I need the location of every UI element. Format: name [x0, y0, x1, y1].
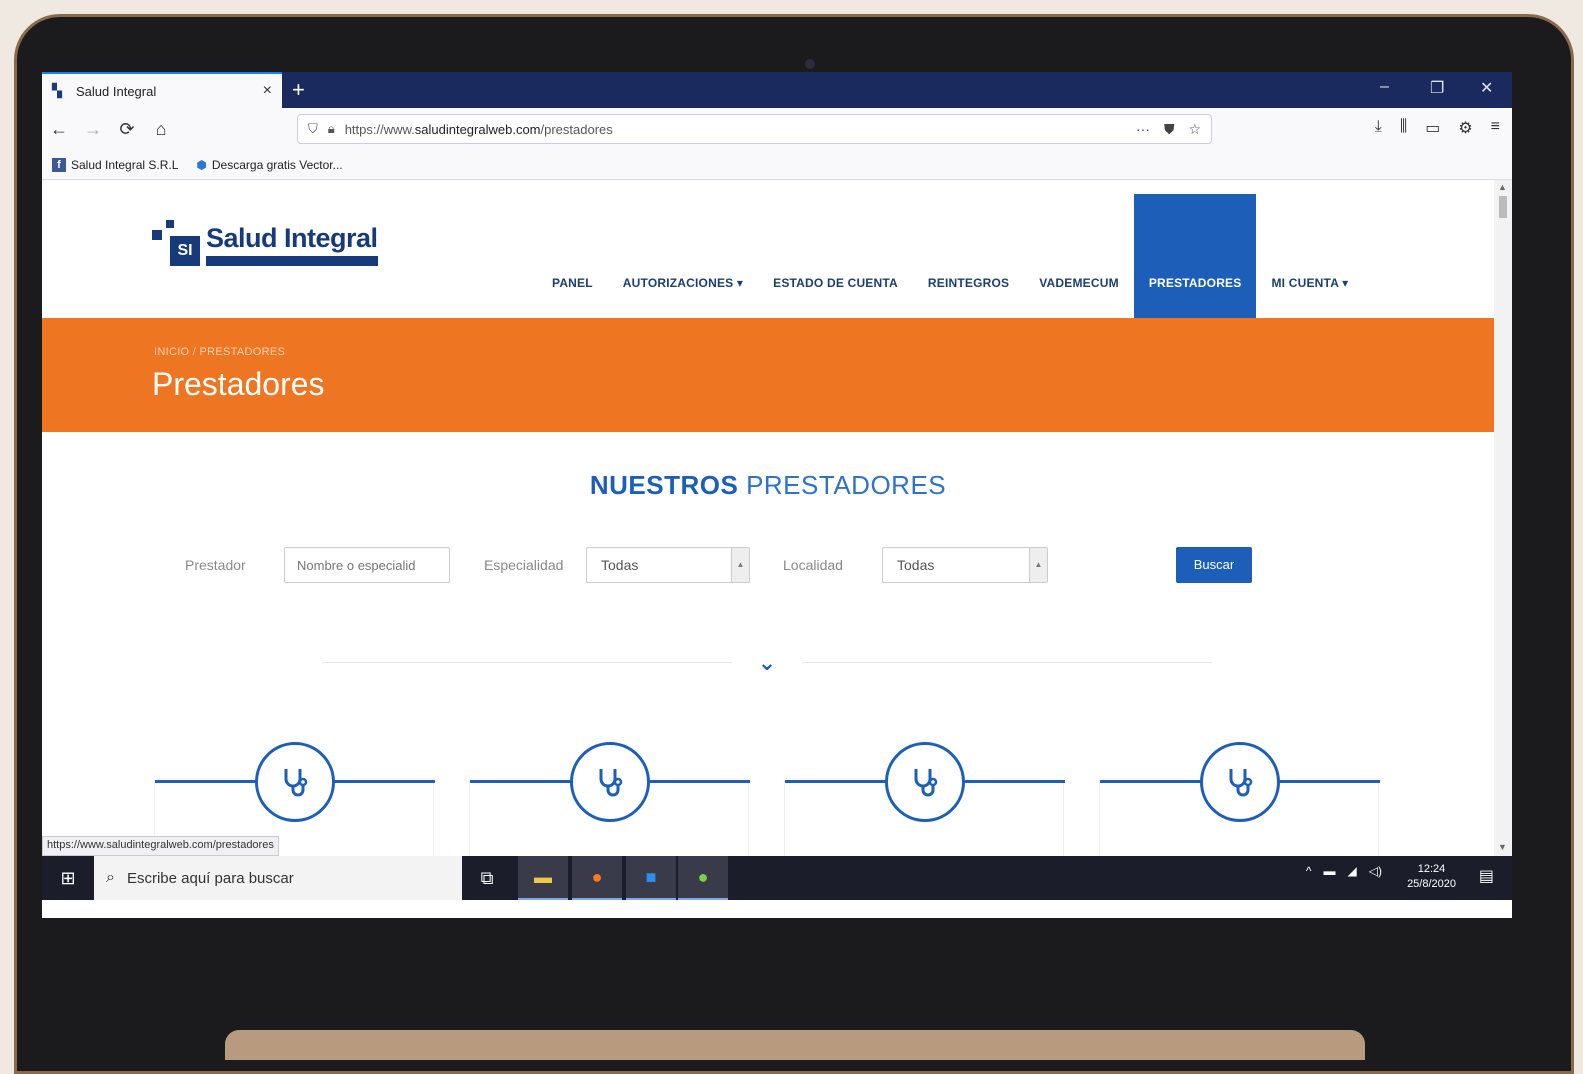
- windows-start-icon[interactable]: ⊞: [42, 856, 94, 900]
- logo-tagline-bar: [206, 255, 378, 266]
- firefox-icon[interactable]: ●: [572, 856, 622, 900]
- localidad-label: Localidad: [783, 557, 843, 573]
- network-icon[interactable]: ▬: [1324, 864, 1336, 878]
- library-icon[interactable]: ⫼: [1400, 118, 1407, 138]
- pocket-icon[interactable]: ⛊: [1164, 121, 1175, 138]
- wifi-icon[interactable]: ◢: [1348, 864, 1357, 878]
- laptop-base: [225, 1030, 1365, 1060]
- buscar-button[interactable]: Buscar: [1176, 547, 1252, 583]
- minimize-button[interactable]: –: [1380, 78, 1389, 96]
- bookmark-star-icon[interactable]: ☆: [1188, 121, 1201, 138]
- reload-icon[interactable]: ⟳: [110, 119, 144, 140]
- stethoscope-icon: [885, 742, 965, 822]
- prestador-card[interactable]: [469, 742, 750, 856]
- downloads-icon[interactable]: ⤓: [1375, 118, 1382, 138]
- prestador-card[interactable]: [1099, 742, 1380, 856]
- breadcrumb[interactable]: INICIO / PRESTADORES: [154, 346, 285, 358]
- scroll-down-icon[interactable]: ▼: [1498, 842, 1507, 852]
- system-tray: ^ ▬ ◢ ◁): [1306, 864, 1382, 878]
- back-icon[interactable]: ←: [42, 119, 76, 140]
- divider-right: [802, 662, 1212, 663]
- especialidad-select[interactable]: Todas ▲: [586, 547, 750, 583]
- webcam: [805, 59, 815, 69]
- window-close-button[interactable]: ✕: [1480, 78, 1493, 98]
- nav-reintegros[interactable]: REINTEGROS: [913, 194, 1024, 318]
- nav-autorizaciones[interactable]: AUTORIZACIONES ▾: [608, 194, 758, 318]
- prestador-card[interactable]: [784, 742, 1065, 856]
- menu-icon[interactable]: ≡: [1491, 118, 1500, 138]
- status-url: https://www.saludintegralweb.com/prestad…: [42, 836, 279, 856]
- browser-nav-bar: ← → ⟳ ⌂ ⛉ 🔒︎ https://www.saludintegralwe…: [42, 108, 1512, 150]
- browser-tab[interactable]: ▚ Salud Integral ×: [42, 72, 282, 108]
- localidad-select[interactable]: Todas ▲: [882, 547, 1048, 583]
- scroll-thumb[interactable]: [1499, 196, 1507, 218]
- nav-prestadores[interactable]: PRESTADORES: [1133, 194, 1257, 318]
- lock-icon[interactable]: 🔒︎: [328, 121, 335, 137]
- facebook-icon: f: [52, 157, 66, 172]
- new-tab-button[interactable]: +: [292, 76, 305, 104]
- browser-toolbar-icons: ⤓ ⫼ ▭ ⚙ ≡: [1375, 118, 1500, 138]
- forward-icon[interactable]: →: [76, 119, 110, 140]
- bookmark-salud-integral[interactable]: f Salud Integral S.R.L: [52, 157, 178, 172]
- vector-icon: ⬢: [196, 157, 207, 172]
- stethoscope-icon: [570, 742, 650, 822]
- chevron-down-icon[interactable]: ⌄: [755, 650, 779, 676]
- web-page: SI Salud Integral PANEL AUTORIZACIONES ▾…: [42, 180, 1494, 856]
- chevron-down-icon: ▲: [1029, 548, 1047, 582]
- taskbar-search[interactable]: ⌕ Escribe aquí para buscar: [94, 856, 462, 900]
- nav-panel[interactable]: PANEL: [537, 194, 608, 318]
- prestadores-cards: [154, 740, 1394, 856]
- restore-button[interactable]: ❐: [1430, 78, 1444, 98]
- screen: ▚ Salud Integral × + – ❐ ✕ ← → ⟳ ⌂ ⛉ 🔒︎ …: [42, 72, 1512, 918]
- home-icon[interactable]: ⌂: [144, 119, 178, 140]
- stethoscope-icon: [1200, 742, 1280, 822]
- url-text[interactable]: https://www.saludintegralweb.com/prestad…: [345, 122, 1122, 137]
- chevron-up-icon[interactable]: ^: [1306, 864, 1312, 878]
- chevron-down-icon: ▲: [731, 548, 749, 582]
- scroll-up-icon[interactable]: ▲: [1498, 182, 1507, 192]
- shield-icon[interactable]: ⛉: [308, 121, 318, 137]
- site-favicon-icon: ▚: [52, 83, 62, 98]
- task-view-icon[interactable]: ⧉: [462, 856, 512, 900]
- file-explorer-icon[interactable]: ▬: [518, 856, 568, 900]
- sidebar-icon[interactable]: ▭: [1425, 118, 1440, 138]
- tab-close-icon[interactable]: ×: [263, 82, 272, 100]
- nav-vademecum[interactable]: VADEMECUM: [1024, 194, 1134, 318]
- page-scrollbar[interactable]: ▲ ▼: [1494, 180, 1512, 856]
- stethoscope-icon: [255, 742, 335, 822]
- page-banner: INICIO / PRESTADORES Prestadores: [42, 318, 1494, 432]
- bookmark-descarga[interactable]: ⬢ Descarga gratis Vector...: [196, 158, 342, 172]
- tab-title: Salud Integral: [76, 83, 157, 99]
- search-icon: ⌕: [106, 869, 115, 886]
- page-title: Prestadores: [152, 366, 325, 402]
- nav-estado-de-cuenta[interactable]: ESTADO DE CUENTA: [758, 194, 913, 318]
- volume-icon[interactable]: ◁): [1369, 864, 1382, 878]
- search-filters: Prestador Especialidad Todas ▲ Localidad…: [42, 545, 1494, 585]
- browser-tab-bar: ▚ Salud Integral × + – ❐ ✕: [42, 72, 1512, 108]
- screen-bottom-bezel: [42, 900, 1512, 918]
- bookmarks-bar: f Salud Integral S.R.L ⬢ Descarga gratis…: [42, 150, 1512, 180]
- section-title: NUESTROS PRESTADORES: [589, 470, 947, 500]
- windows-taskbar: ⊞ ⌕ Escribe aquí para buscar ⧉ ▬ ● ■ ● ^…: [42, 856, 1512, 900]
- site-logo[interactable]: SI Salud Integral: [152, 220, 378, 268]
- prestador-input[interactable]: [284, 547, 450, 583]
- app-green-icon[interactable]: ●: [678, 856, 728, 900]
- logo-name: Salud Integral: [206, 222, 378, 253]
- notification-icon[interactable]: ▤: [1479, 866, 1494, 886]
- nav-mi-cuenta[interactable]: MI CUENTA ▾: [1256, 194, 1363, 318]
- divider-left: [322, 662, 732, 663]
- especialidad-label: Especialidad: [484, 557, 564, 573]
- logo-mark: SI: [152, 220, 200, 268]
- taskbar-clock[interactable]: 12:24 25/8/2020: [1407, 862, 1456, 892]
- photoshop-icon[interactable]: ■: [626, 856, 676, 900]
- address-bar[interactable]: ⛉ 🔒︎ https://www.saludintegralweb.com/pr…: [297, 114, 1212, 144]
- extension-icon[interactable]: ⚙: [1458, 118, 1472, 138]
- prestador-label: Prestador: [185, 557, 246, 573]
- main-nav: PANEL AUTORIZACIONES ▾ ESTADO DE CUENTA …: [537, 194, 1363, 318]
- page-actions-icon[interactable]: ···: [1136, 121, 1150, 137]
